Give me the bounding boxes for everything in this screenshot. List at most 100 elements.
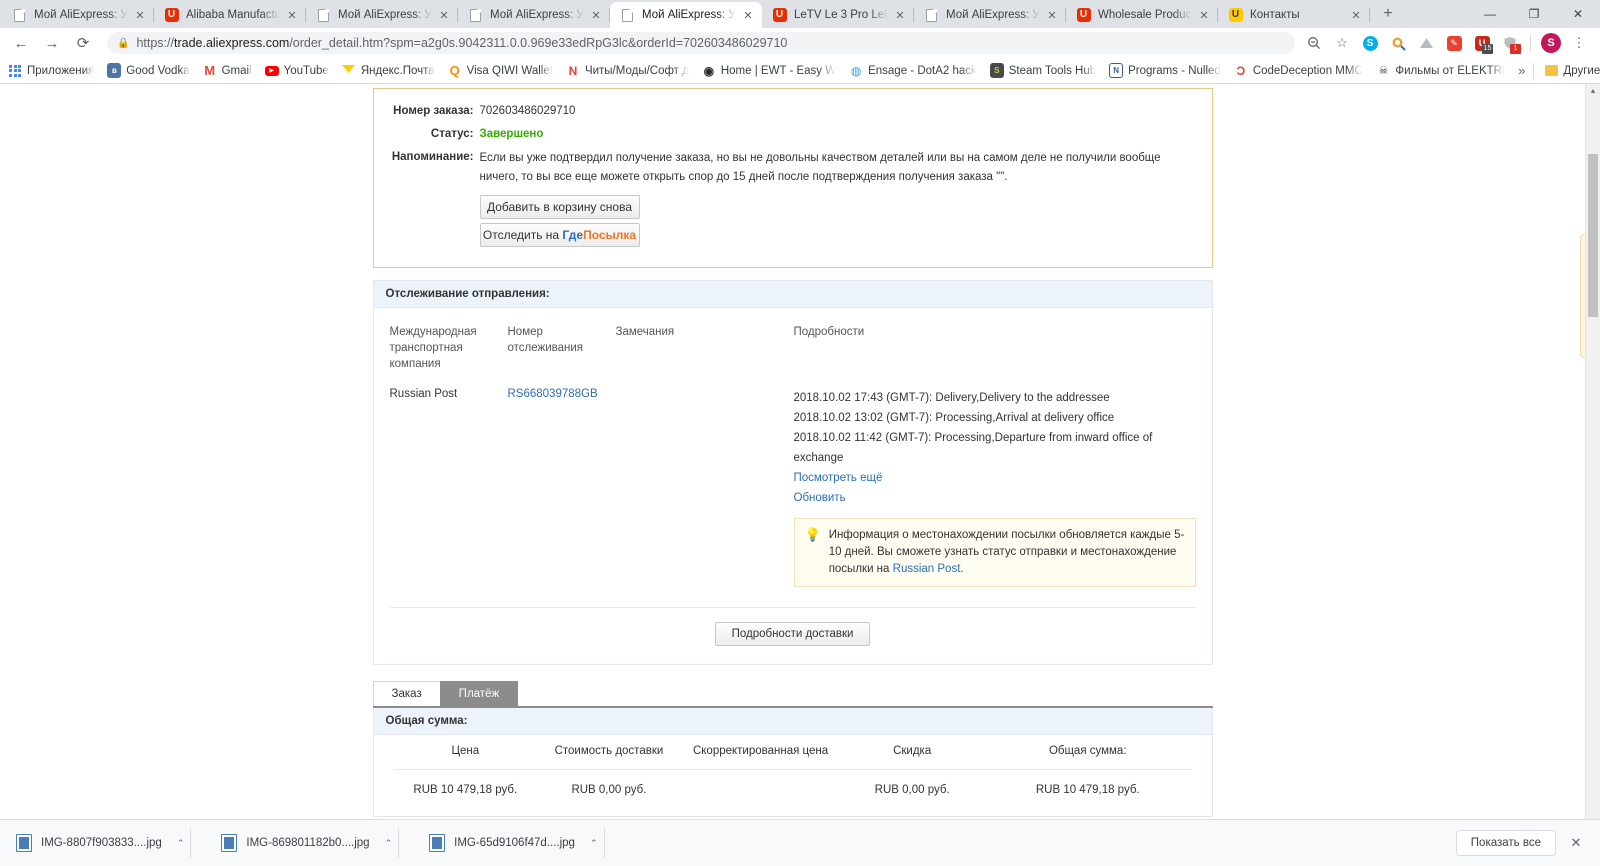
- maximize-icon[interactable]: ❐: [1512, 0, 1556, 28]
- bookmark-ensage[interactable]: ◍ Ensage - DotA2 hack: [849, 64, 977, 78]
- bookmark-star-icon[interactable]: ☆: [1329, 30, 1355, 56]
- back-icon[interactable]: ←: [8, 30, 34, 56]
- download-shelf-actions: Показать все ✕: [1455, 830, 1592, 856]
- tab-payment[interactable]: Платёж: [439, 681, 519, 706]
- tab-close-icon[interactable]: ✕: [436, 7, 452, 23]
- bookmark-label: Programs - Nulled: [1128, 64, 1221, 77]
- tab-close-icon[interactable]: ✕: [1348, 7, 1364, 23]
- profile-avatar[interactable]: S: [1538, 30, 1564, 56]
- bookmark-yandex-mail[interactable]: Яндекс.Почта: [342, 64, 435, 78]
- bookmark-programs-nulled[interactable]: N Programs - Nulled: [1109, 63, 1221, 78]
- reminder-line-2: после подтверждения получения заказа "".: [777, 171, 1008, 183]
- chevron-up-icon[interactable]: ⌃: [590, 838, 598, 849]
- scroll-up-arrow-icon[interactable]: ▲: [1586, 84, 1600, 99]
- browser-tab-1[interactable]: Мой AliExpress: Управ ✕: [2, 2, 154, 28]
- gde-word: Где: [562, 228, 584, 242]
- col-remarks: Замечания: [615, 326, 675, 338]
- folder-icon: [1544, 64, 1558, 78]
- col-carrier-line2: транспортная компания: [389, 342, 463, 370]
- page-scrollbar[interactable]: ▲: [1585, 84, 1600, 819]
- track-on-gdeposylka-button[interactable]: Отследить на ГдеПосылка: [479, 223, 640, 247]
- refresh-link[interactable]: Обновить: [794, 492, 846, 504]
- tab-close-icon[interactable]: ✕: [588, 7, 604, 23]
- adblock-extension-icon[interactable]: U 15: [1469, 30, 1495, 56]
- download-shelf: IMG-8807f903833....jpg ⌃ IMG-869801182b0…: [0, 819, 1600, 866]
- films-icon: ☠: [1378, 65, 1389, 77]
- chrome-menu-icon[interactable]: ⋮: [1566, 30, 1592, 56]
- address-bar[interactable]: 🔒 https://trade.aliexpress.com/order_det…: [107, 32, 1295, 54]
- carrier-value: Russian Post: [389, 388, 458, 400]
- apps-grid-icon: [8, 64, 22, 78]
- zoom-out-icon[interactable]: [1301, 30, 1327, 56]
- shield-extension-icon[interactable]: 1: [1497, 30, 1523, 56]
- tab-close-icon[interactable]: ✕: [284, 7, 300, 23]
- download-item[interactable]: IMG-869801182b0....jpg ⌃: [213, 828, 400, 858]
- browser-tab-2[interactable]: U Alibaba Manufacturer D ✕: [154, 2, 306, 28]
- toolbar-divider: [1530, 35, 1531, 51]
- browser-tab-7[interactable]: Мой AliExpress: Управ ✕: [914, 2, 1066, 28]
- download-item[interactable]: IMG-8807f903833....jpg ⌃: [8, 828, 192, 858]
- bookmark-other-folder[interactable]: Другие закладки: [1544, 64, 1600, 78]
- col-shipping-cost: Стоимость доставки: [537, 735, 681, 770]
- tab-close-icon[interactable]: ✕: [132, 7, 148, 23]
- skype-extension-icon[interactable]: S: [1357, 30, 1383, 56]
- bookmark-label: Visa QIWI Wallet: [466, 64, 553, 77]
- bookmark-ewt[interactable]: ◉ Home | EWT - Easy W: [702, 64, 836, 78]
- nulled-icon: N: [568, 63, 578, 78]
- window-close-icon[interactable]: ✕: [1556, 0, 1600, 28]
- url-path: /order_detail.htm?spm=a2g0s.9042311.0.0.…: [289, 36, 788, 50]
- browser-tab-6[interactable]: U LeTV Le 3 Pro LeEco Le ✕: [762, 2, 914, 28]
- bookmark-youtube[interactable]: ▶ YouTube: [264, 64, 329, 78]
- minimize-icon[interactable]: —: [1468, 0, 1512, 28]
- delivery-details-button[interactable]: Подробности доставки: [714, 622, 871, 646]
- browser-tab-3[interactable]: Мой AliExpress: Управ ✕: [306, 2, 458, 28]
- order-status-row: Статус: Завершено: [392, 126, 1194, 143]
- bookmark-cheats[interactable]: N Читы/Моды/Софт д: [566, 64, 689, 78]
- tracking-number-link[interactable]: RS668039788GB: [508, 388, 598, 400]
- download-filename: IMG-65d9106f47d....jpg: [454, 837, 575, 849]
- drive-extension-icon[interactable]: [1413, 30, 1439, 56]
- search-extension-icon[interactable]: [1385, 30, 1411, 56]
- reload-icon[interactable]: ⟳: [70, 30, 96, 56]
- marker-extension-icon[interactable]: ✎: [1441, 30, 1467, 56]
- tab-close-icon[interactable]: ✕: [1044, 7, 1060, 23]
- chevron-up-icon[interactable]: ⌃: [177, 838, 185, 849]
- tab-order[interactable]: Заказ: [372, 681, 441, 706]
- total-sum-table: Цена Стоимость доставки Скорректированна…: [393, 735, 1192, 810]
- scrollbar-thumb[interactable]: [1588, 154, 1598, 317]
- vk-icon: в: [107, 63, 122, 78]
- see-more-link[interactable]: Посмотреть ещё: [794, 472, 883, 484]
- bookmark-steam-tools[interactable]: S Steam Tools Hub: [989, 63, 1096, 78]
- chevron-up-icon[interactable]: ⌃: [385, 838, 393, 849]
- col-adjusted-price: Скорректированная цена: [680, 735, 841, 770]
- col-details: Подробности: [793, 326, 865, 338]
- tab-close-icon[interactable]: ✕: [1196, 7, 1212, 23]
- show-all-downloads-button[interactable]: Показать все: [1455, 830, 1556, 856]
- bookmark-gmail[interactable]: M Gmail: [203, 63, 251, 78]
- url-scheme: https://: [136, 36, 174, 50]
- browser-tab-4[interactable]: Мой AliExpress: Управ ✕: [458, 2, 610, 28]
- browser-tab-9[interactable]: U Контакты ✕: [1218, 2, 1370, 28]
- bookmark-good-vodka[interactable]: в Good Vodka: [107, 63, 190, 78]
- browser-tab-8[interactable]: U Wholesale Product Sna ✕: [1066, 2, 1218, 28]
- tab-title: Wholesale Product Sna: [1098, 9, 1192, 21]
- new-tab-button[interactable]: +: [1374, 0, 1402, 28]
- forward-icon[interactable]: →: [39, 30, 65, 56]
- add-to-cart-again-button[interactable]: Добавить в корзину снова: [479, 195, 640, 219]
- bookmarks-overflow-icon[interactable]: »: [1518, 63, 1525, 78]
- close-shelf-icon[interactable]: ✕: [1566, 835, 1586, 851]
- tracking-notice: 💡 Информация о местонахождении посылки о…: [793, 518, 1196, 587]
- total-value: RUB 10 479,18 руб.: [1035, 784, 1140, 796]
- tab-close-icon[interactable]: ✕: [740, 7, 756, 23]
- bookmark-qiwi[interactable]: Q Visa QIWI Wallet: [448, 63, 553, 78]
- tab-close-icon[interactable]: ✕: [892, 7, 908, 23]
- tab-title: Мой AliExpress: Управ: [642, 9, 736, 21]
- russian-post-link[interactable]: Russian Post: [893, 563, 961, 575]
- browser-tab-5-active[interactable]: Мой AliExpress: Управ ✕: [610, 2, 762, 28]
- gmail-icon: M: [204, 63, 216, 78]
- download-item[interactable]: IMG-65d9106f47d....jpg ⌃: [421, 828, 605, 858]
- bookmark-films[interactable]: ☠ Фильмы от ELEKTRI: [1376, 64, 1505, 78]
- order-status-label: Статус:: [430, 128, 474, 140]
- bookmark-codedeception[interactable]: Ɔ CodeDeception MMO: [1234, 64, 1363, 78]
- bookmark-apps[interactable]: Приложения: [8, 64, 94, 78]
